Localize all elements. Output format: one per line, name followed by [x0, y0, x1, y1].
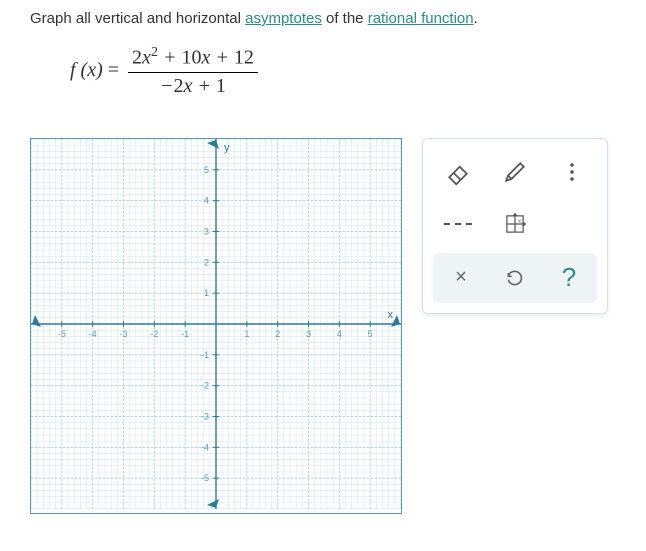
svg-text:1: 1 [244, 329, 249, 339]
svg-text:4: 4 [337, 329, 342, 339]
more-options[interactable] [546, 149, 597, 195]
svg-text:y: y [224, 142, 230, 154]
svg-text:-3: -3 [201, 411, 209, 421]
eraser-tool[interactable] [433, 149, 484, 195]
svg-text:-3: -3 [119, 329, 127, 339]
formula-equals: = [108, 59, 119, 81]
svg-text:5: 5 [368, 329, 373, 339]
svg-text:-1: -1 [181, 329, 189, 339]
dashed-line-tool[interactable] [433, 201, 484, 247]
svg-text:2: 2 [204, 257, 209, 267]
svg-text:x: x [518, 218, 521, 224]
undo-button[interactable] [491, 257, 539, 299]
svg-text:4: 4 [204, 195, 209, 205]
svg-text:-2: -2 [150, 329, 158, 339]
close-icon: × [455, 266, 467, 289]
svg-text:3: 3 [204, 226, 209, 236]
prompt-post: . [474, 10, 478, 27]
dashed-line-icon [444, 223, 472, 225]
svg-text:1: 1 [204, 288, 209, 298]
undo-icon [505, 268, 525, 288]
pencil-tool[interactable] [490, 149, 541, 195]
asymptotes-link[interactable]: asymptotes [245, 10, 322, 27]
axis-drag-tool[interactable]: x [490, 201, 541, 247]
svg-text:2: 2 [275, 329, 280, 339]
help-button[interactable]: ? [545, 257, 593, 299]
function-formula: f (x) = 2x2 + 10x + 12 −2x + 1 [70, 45, 616, 98]
svg-text:-5: -5 [201, 473, 209, 483]
spacer [546, 201, 597, 247]
problem-prompt: Graph all vertical and horizontal asympt… [30, 10, 616, 27]
prompt-pre: Graph all vertical and horizontal [30, 10, 245, 27]
svg-text:x: x [388, 309, 394, 321]
prompt-mid: of the [322, 10, 368, 27]
toolbox-panel: x × ? [422, 138, 608, 314]
help-icon: ? [562, 262, 576, 293]
svg-text:5: 5 [204, 164, 209, 174]
svg-text:-2: -2 [201, 380, 209, 390]
coordinate-graph[interactable]: -5 -4 -3 -2 -1 1 2 3 4 5 -5 -4 -3 -2 -1 1 2 3 4 5 x y [30, 138, 402, 514]
svg-text:-4: -4 [201, 442, 209, 452]
clear-button[interactable]: × [437, 257, 485, 299]
svg-text:-4: -4 [89, 329, 97, 339]
svg-text:-1: -1 [201, 349, 209, 359]
svg-text:3: 3 [306, 329, 311, 339]
svg-text:-5: -5 [58, 329, 66, 339]
formula-lhs: f (x) [70, 59, 103, 81]
rational-function-link[interactable]: rational function [368, 10, 474, 27]
